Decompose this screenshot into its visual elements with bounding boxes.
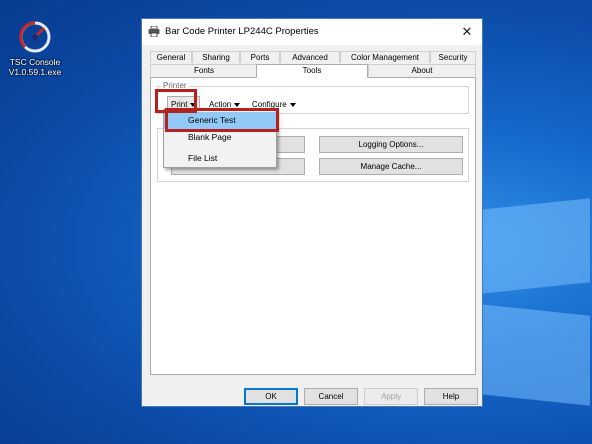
tab-advanced[interactable]: Advanced (280, 51, 340, 63)
chevron-down-icon (234, 102, 241, 107)
apply-button[interactable]: Apply (364, 388, 418, 405)
tab-row-1: General Sharing Ports Advanced Color Man… (150, 51, 476, 63)
printer-properties-window: Bar Code Printer LP244C Properties ✕ Gen… (141, 18, 483, 407)
chevron-down-icon (289, 102, 296, 107)
window-title: Bar Code Printer LP244C Properties (165, 26, 319, 37)
tab-sharing[interactable]: Sharing (192, 51, 240, 63)
ok-button[interactable]: OK (244, 388, 298, 405)
desktop-icon-label-line1: TSC Console (9, 57, 61, 67)
cancel-button[interactable]: Cancel (304, 388, 358, 405)
annotation-box-generic-test (165, 108, 279, 132)
close-icon[interactable]: ✕ (452, 19, 482, 45)
manage-cache-button[interactable]: Manage Cache... (319, 158, 463, 175)
tab-tools[interactable]: Tools (256, 64, 368, 78)
tab-ports[interactable]: Ports (240, 51, 280, 63)
tab-about[interactable]: About (368, 64, 476, 76)
tab-security[interactable]: Security (430, 51, 476, 63)
title-bar[interactable]: Bar Code Printer LP244C Properties ✕ (142, 19, 482, 45)
tab-general[interactable]: General (150, 51, 192, 63)
menu-item-file-list[interactable]: File List (164, 150, 276, 167)
tab-row-2: Fonts Tools About (150, 64, 476, 78)
desktop-icon-label-line2: V1.0.59.1.exe (8, 67, 62, 77)
printer-icon (148, 25, 160, 38)
tsc-console-icon (18, 20, 52, 54)
desktop-shortcut-tsc-console[interactable]: TSC Console V1.0.59.1.exe (6, 20, 64, 77)
tab-color-management[interactable]: Color Management (340, 51, 430, 63)
tab-fonts[interactable]: Fonts (150, 64, 258, 76)
logging-options-button[interactable]: Logging Options... (319, 136, 463, 153)
help-button[interactable]: Help (424, 388, 478, 405)
